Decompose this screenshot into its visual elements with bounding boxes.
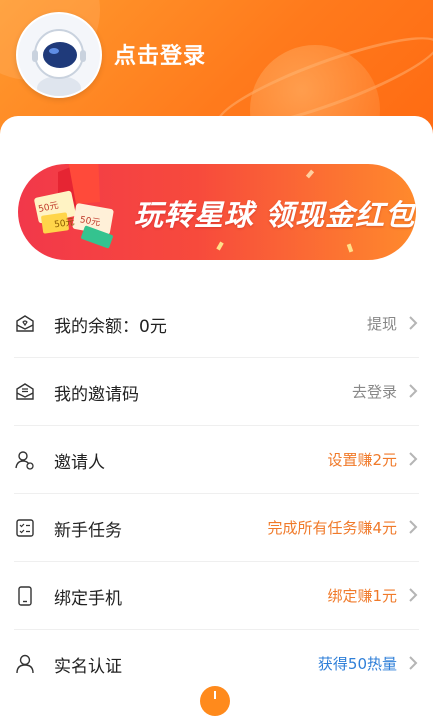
phone-icon	[18, 586, 32, 606]
menu-item-inviter[interactable]: 邀请人 设置赚2元	[14, 426, 419, 494]
menu-label: 我的余额：0元	[54, 317, 167, 337]
red-packet-banner[interactable]: 50元 50元 50元 玩转星球 领现金红包	[18, 164, 416, 260]
menu-item-invite-code[interactable]: 我的邀请码 去登录	[14, 358, 419, 426]
login-link[interactable]: 点击登录	[114, 38, 206, 70]
inviter-icon	[15, 451, 34, 470]
menu-action[interactable]: 去登录	[352, 381, 397, 402]
center-tab-button[interactable]	[200, 686, 230, 716]
chevron-right-icon	[409, 520, 418, 534]
menu-action[interactable]: 绑定赚1元	[327, 585, 397, 606]
menu-item-newbie-tasks[interactable]: 新手任务 完成所有任务赚4元	[14, 494, 419, 562]
menu-action[interactable]: 完成所有任务赚4元	[267, 517, 397, 538]
chevron-right-icon	[409, 452, 418, 466]
invite-code-icon	[16, 383, 34, 400]
banner-title: 玩转星球 领现金红包	[134, 198, 416, 232]
menu-action[interactable]: 提现	[367, 313, 397, 334]
menu-list: 我的余额：0元 提现 我的邀请码 去登录 邀请人 设置赚2元 新手任务 完成所有…	[0, 290, 433, 697]
menu-action[interactable]: 获得50热量	[318, 653, 397, 674]
chevron-right-icon	[409, 588, 418, 602]
chevron-right-icon	[409, 316, 418, 330]
menu-label: 实名认证	[54, 657, 122, 677]
menu-item-balance[interactable]: 我的余额：0元 提现	[14, 290, 419, 358]
task-list-icon	[16, 519, 34, 537]
menu-label: 绑定手机	[54, 589, 122, 609]
user-verify-icon	[16, 654, 34, 674]
plus-icon	[214, 691, 216, 699]
chevron-right-icon	[409, 384, 418, 398]
menu-label: 我的邀请码	[54, 385, 139, 405]
avatar[interactable]	[16, 12, 102, 98]
wallet-icon	[16, 315, 34, 332]
menu-item-bind-phone[interactable]: 绑定手机 绑定赚1元	[14, 562, 419, 630]
chevron-right-icon	[409, 656, 418, 670]
menu-label: 新手任务	[54, 521, 122, 541]
menu-label: 邀请人	[54, 453, 105, 473]
menu-action[interactable]: 设置赚2元	[327, 449, 397, 470]
astronaut-avatar-icon	[32, 29, 86, 96]
